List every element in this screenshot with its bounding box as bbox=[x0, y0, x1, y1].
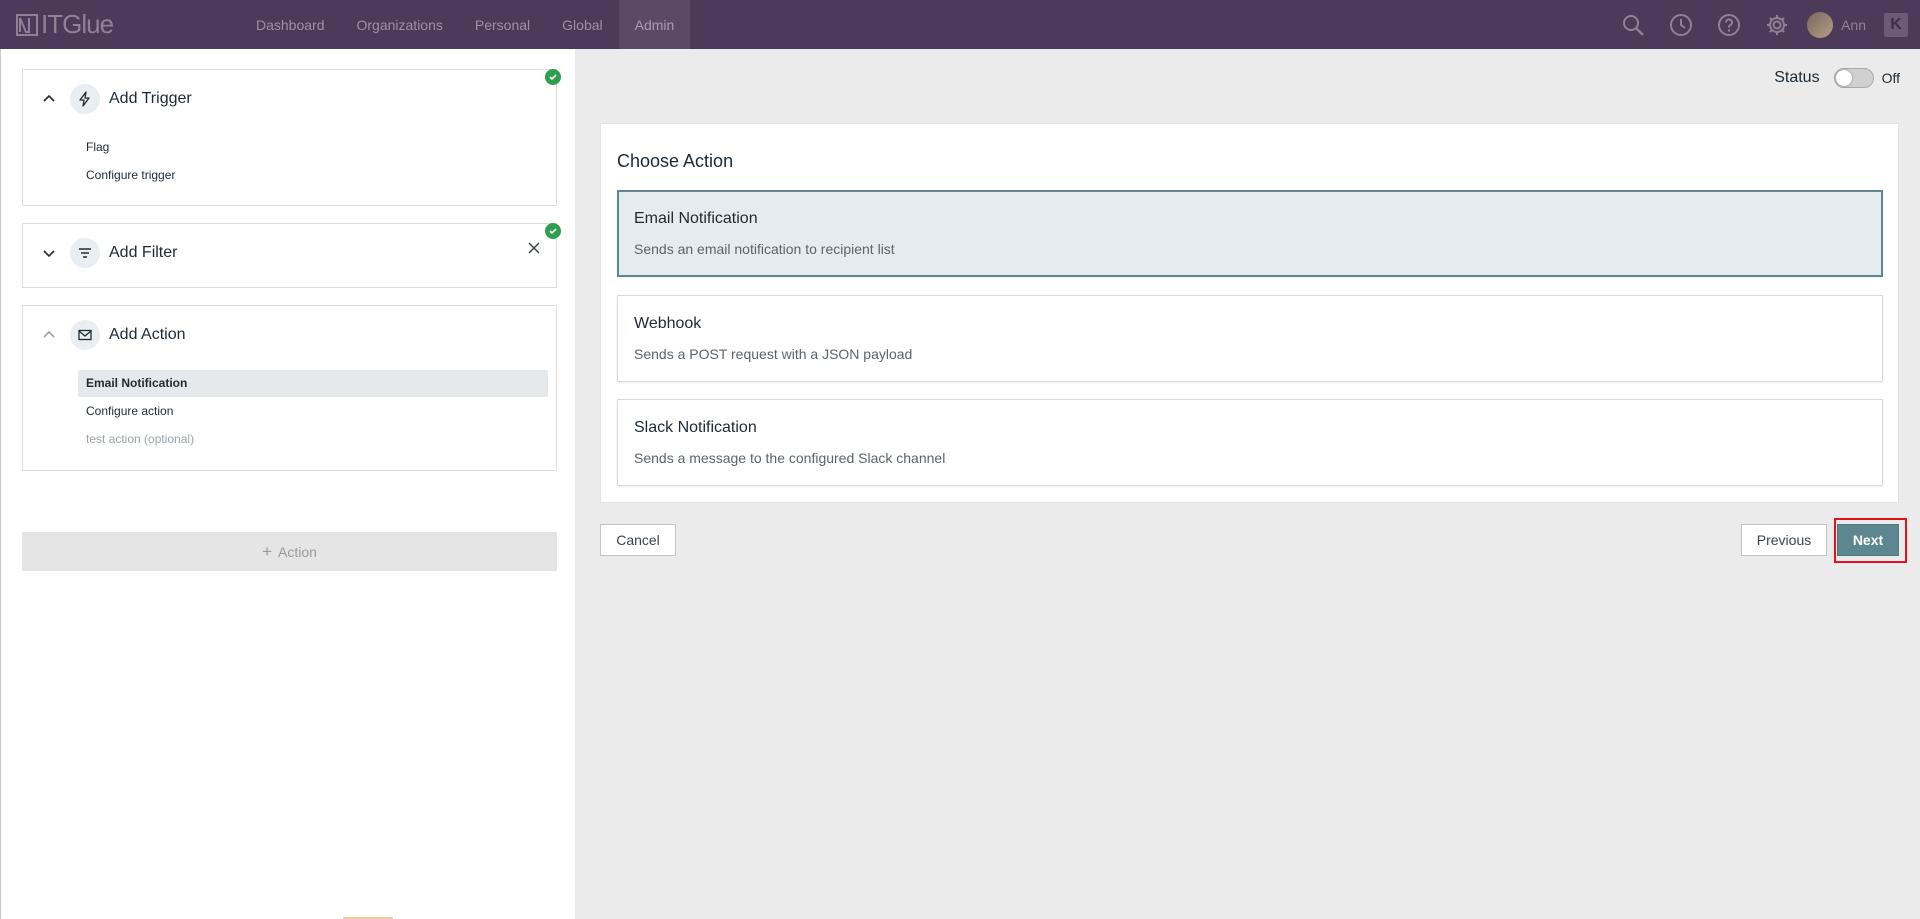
nav-global[interactable]: Global bbox=[546, 0, 618, 49]
nav-organizations[interactable]: Organizations bbox=[341, 0, 459, 49]
clock-icon[interactable] bbox=[1657, 0, 1705, 49]
gear-icon[interactable] bbox=[1753, 0, 1801, 49]
add-action-button[interactable]: + Action bbox=[22, 532, 557, 571]
trigger-complete-check-icon bbox=[545, 69, 561, 85]
plus-icon: + bbox=[262, 541, 272, 561]
step-filter-header[interactable]: Add Filter bbox=[23, 224, 556, 286]
option-webhook[interactable]: Webhook Sends a POST request with a JSON… bbox=[617, 295, 1883, 382]
step-action-header[interactable]: Add Action bbox=[23, 306, 556, 368]
help-icon[interactable] bbox=[1705, 0, 1753, 49]
search-icon[interactable] bbox=[1609, 0, 1657, 49]
close-icon[interactable] bbox=[527, 241, 541, 255]
status-toggle[interactable] bbox=[1833, 68, 1874, 88]
nav-dashboard[interactable]: Dashboard bbox=[240, 0, 341, 49]
chevron-down-icon[interactable] bbox=[40, 244, 58, 262]
chevron-up-icon[interactable] bbox=[40, 326, 58, 344]
step-trigger-title: Add Trigger bbox=[109, 90, 192, 107]
status-control: Status Off bbox=[1774, 68, 1900, 88]
user-name: Ann bbox=[1841, 16, 1866, 33]
nav-admin[interactable]: Admin bbox=[618, 0, 691, 49]
toggle-knob bbox=[1835, 70, 1852, 86]
option-description: Sends an email notification to recipient… bbox=[634, 241, 895, 257]
nav-personal[interactable]: Personal bbox=[459, 0, 546, 49]
filter-icon-wrap bbox=[70, 238, 100, 268]
step-add-action: Add Action Email Notification Configure … bbox=[22, 305, 557, 471]
option-slack-notification[interactable]: Slack Notification Sends a message to th… bbox=[617, 399, 1883, 486]
add-action-label: Action bbox=[278, 543, 317, 560]
status-label: Status bbox=[1774, 69, 1820, 86]
action-item-test[interactable]: test action (optional) bbox=[78, 426, 548, 453]
option-email-notification[interactable]: Email Notification Sends an email notifi… bbox=[617, 190, 1883, 277]
status-value: Off bbox=[1881, 70, 1900, 86]
previous-button[interactable]: Previous bbox=[1741, 524, 1827, 556]
cancel-button[interactable]: Cancel bbox=[600, 524, 676, 556]
action-icon-wrap bbox=[70, 320, 100, 350]
avatar bbox=[1807, 11, 1834, 38]
trigger-item-configure[interactable]: Configure trigger bbox=[78, 162, 548, 189]
logo-text: ITGlue bbox=[41, 9, 114, 39]
user-menu[interactable]: Ann bbox=[1801, 0, 1876, 49]
choose-action-panel: Choose Action Email Notification Sends a… bbox=[600, 123, 1899, 503]
workflow-steps-panel: Add Trigger Flag Configure trigger Add F… bbox=[0, 49, 575, 919]
option-title: Slack Notification bbox=[634, 419, 757, 436]
step-add-filter: Add Filter bbox=[22, 223, 561, 288]
action-item-email-notification[interactable]: Email Notification bbox=[78, 370, 548, 397]
kaseya-logo-icon[interactable]: K bbox=[1884, 12, 1908, 37]
itglue-logo[interactable]: ITGlue bbox=[15, 9, 114, 39]
envelope-icon bbox=[78, 329, 92, 341]
filter-icon bbox=[79, 248, 91, 258]
nav-right-tools: Ann K bbox=[1609, 0, 1920, 49]
step-filter-title: Add Filter bbox=[109, 244, 178, 261]
step-trigger-header[interactable]: Add Trigger bbox=[23, 70, 556, 132]
next-button[interactable]: Next bbox=[1837, 524, 1899, 556]
itglue-logo-icon bbox=[16, 13, 38, 36]
step-action-title: Add Action bbox=[109, 326, 186, 343]
filter-complete-check-icon bbox=[545, 223, 561, 239]
option-title: Email Notification bbox=[634, 210, 758, 227]
option-description: Sends a POST request with a JSON payload bbox=[634, 346, 913, 362]
top-navigation-bar: ITGlue Dashboard Organizations Personal … bbox=[0, 0, 1920, 49]
option-title: Webhook bbox=[634, 315, 702, 332]
bolt-icon bbox=[79, 91, 90, 107]
trigger-icon-wrap bbox=[70, 84, 100, 114]
main-nav: Dashboard Organizations Personal Global … bbox=[240, 0, 691, 49]
chevron-up-icon[interactable] bbox=[40, 90, 58, 108]
step-add-trigger: Add Trigger Flag Configure trigger bbox=[22, 69, 561, 206]
action-item-configure[interactable]: Configure action bbox=[78, 398, 548, 425]
option-description: Sends a message to the configured Slack … bbox=[634, 450, 946, 466]
choose-action-title: Choose Action bbox=[617, 151, 734, 171]
trigger-item-flag[interactable]: Flag bbox=[78, 134, 548, 161]
